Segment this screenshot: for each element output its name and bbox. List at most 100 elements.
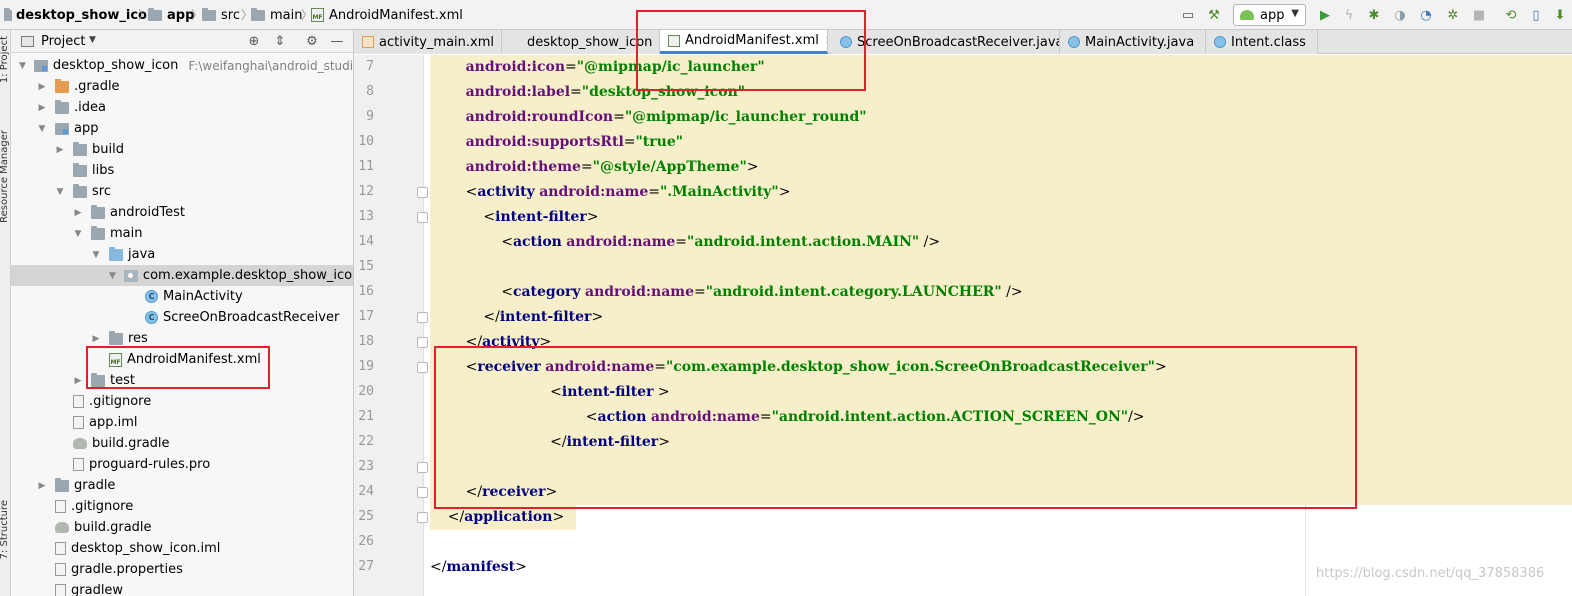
code-token: "@style/AppTheme"	[592, 159, 747, 175]
highlight-band	[430, 205, 1572, 230]
chevron-down-icon[interactable]: ▼	[55, 187, 65, 197]
locate-target-icon[interactable]: ⊕	[246, 33, 262, 49]
tree-item[interactable]: ▶CScreeOnBroadcastReceiver	[11, 307, 353, 328]
tree-item[interactable]: ▶desktop_show_icon.iml	[11, 538, 353, 559]
chevron-down-icon[interactable]: ▼	[109, 271, 116, 281]
profile-icon[interactable]: ◔	[1418, 7, 1434, 23]
breadcrumb-main[interactable]: main	[251, 0, 302, 30]
code-token: <	[430, 359, 478, 375]
code-token: android:roundIcon	[465, 109, 614, 125]
editor-tab[interactable]: desktop_show_icon✕	[502, 30, 660, 54]
code-editor[interactable]: 7 8 9 10 11 12 13 14 15 16 17 18 19 20 21 22 23 24 25 26 27 …	[354, 55, 1572, 596]
tree-item[interactable]: ▶gradle.properties	[11, 559, 353, 580]
editor-tab[interactable]: ScreeOnBroadcastReceiver.java	[832, 30, 1060, 54]
code-line: android:icon="@mipmap/ic_launcher"	[430, 55, 765, 80]
tree-item[interactable]: ▼ com.example.desktop_show_icon	[11, 265, 353, 286]
code-token: android:supportsRtl	[465, 134, 624, 150]
code-line: <receiver android:name="com.example.desk…	[430, 355, 1167, 380]
tree-item[interactable]: ▶.gitignore	[11, 496, 353, 517]
fold-marker-icon[interactable]	[417, 462, 428, 473]
fold-marker-icon[interactable]	[417, 512, 428, 523]
chevron-down-icon[interactable]: ▼	[91, 250, 101, 260]
attach-debugger-icon[interactable]: ◑	[1392, 7, 1408, 23]
tree-item[interactable]: ▶gradlew	[11, 580, 353, 596]
tree-item[interactable]: ▶ androidTest	[11, 202, 353, 223]
tree-item[interactable]: ▶MFAndroidManifest.xml	[11, 349, 353, 370]
line-number: 11	[358, 159, 374, 174]
tree-item[interactable]: ▶ res	[11, 328, 353, 349]
tree-item[interactable]: ▼ app	[11, 118, 353, 139]
project-structure-icon[interactable]: ▭	[1180, 7, 1196, 23]
breadcrumb-project[interactable]: desktop_show_icon	[4, 0, 156, 30]
collapse-all-icon[interactable]: ⇕	[272, 33, 288, 49]
close-icon[interactable]: ✕	[825, 34, 827, 47]
tree-item[interactable]: ▼ main	[11, 223, 353, 244]
chevron-right-icon[interactable]: ▶	[91, 334, 101, 344]
project-tool-tab[interactable]: 1: Project	[0, 36, 10, 83]
breadcrumb-file[interactable]: MF AndroidManifest.xml	[311, 0, 463, 30]
chevron-right-icon[interactable]: ▶	[37, 82, 47, 92]
project-panel-title[interactable]: Project	[41, 34, 85, 49]
apply-changes-icon[interactable]: ϟ	[1341, 7, 1357, 23]
class-icon	[1068, 36, 1080, 48]
chevron-right-icon[interactable]: ▶	[37, 103, 47, 113]
tree-item[interactable]: ▶app.iml	[11, 412, 353, 433]
fold-marker-icon[interactable]	[417, 212, 428, 223]
tree-item-label: desktop_show_icon.iml	[71, 541, 221, 556]
code-token: category	[512, 284, 581, 300]
breadcrumb-main-label: main	[270, 7, 303, 23]
tree-item[interactable]: ▶ .idea	[11, 97, 353, 118]
chevron-down-icon[interactable]: ▼	[73, 229, 83, 239]
debug-icon[interactable]: ✱	[1366, 7, 1382, 23]
hammer-build-icon[interactable]: ⚒	[1206, 7, 1222, 23]
tree-item[interactable]: ▶libs	[11, 160, 353, 181]
tree-item[interactable]: ▶ test	[11, 370, 353, 391]
breadcrumb-module[interactable]: app	[148, 0, 194, 30]
fold-marker-icon[interactable]	[417, 362, 428, 373]
tree-item[interactable]: ▶ build	[11, 139, 353, 160]
tree-item[interactable]: ▶build.gradle	[11, 433, 353, 454]
folder-icon	[251, 7, 265, 21]
fold-marker-icon[interactable]	[417, 487, 428, 498]
code-token: </	[430, 334, 483, 350]
sdk-manager-icon[interactable]: ⬇	[1552, 7, 1568, 23]
tree-item[interactable]: ▼ java	[11, 244, 353, 265]
code-token: android:name	[650, 409, 760, 425]
tree-item[interactable]: ▶ gradle	[11, 475, 353, 496]
fold-marker-icon[interactable]	[417, 187, 428, 198]
stop-icon[interactable]: ■	[1471, 7, 1487, 23]
run-icon[interactable]: ▶	[1317, 7, 1333, 23]
tree-item[interactable]: ▶.gitignore	[11, 391, 353, 412]
hide-panel-icon[interactable]: —	[329, 33, 345, 49]
code-area[interactable]: android:icon="@mipmap/ic_launcher" andro…	[430, 55, 1572, 596]
avd-manager-icon[interactable]: ▯	[1528, 7, 1544, 23]
editor-tab[interactable]: AndroidManifest.xml ✕	[660, 30, 828, 54]
tree-item[interactable]: ▶proguard-rules.pro	[11, 454, 353, 475]
chevron-right-icon[interactable]: ▶	[73, 208, 83, 218]
fold-marker-icon[interactable]	[417, 337, 428, 348]
gear-icon[interactable]: ⚙	[304, 33, 320, 49]
tree-item[interactable]: ▶ .gradle	[11, 76, 353, 97]
resource-manager-tool-tab[interactable]: Resource Manager	[0, 130, 10, 223]
editor-tab[interactable]: Intent.class	[1206, 30, 1318, 54]
chevron-right-icon[interactable]: ▶	[37, 481, 47, 491]
chevron-down-icon[interactable]: ▼	[89, 35, 96, 45]
highlight-band	[430, 330, 1572, 355]
gradle-sync-icon[interactable]: ⟲	[1503, 7, 1519, 23]
chevron-down-icon[interactable]: ▼	[19, 61, 26, 71]
code-token: <	[430, 384, 562, 400]
tree-item[interactable]: ▶CMainActivity	[11, 286, 353, 307]
editor-tab[interactable]: activity_main.xml✕	[354, 30, 502, 54]
chevron-down-icon[interactable]: ▼	[37, 124, 47, 134]
fold-marker-icon[interactable]	[417, 312, 428, 323]
tree-item[interactable]: ▼ desktop_show_icon F:\weifanghai\android_…	[11, 55, 353, 76]
debug-attach-icon[interactable]: ✲	[1445, 7, 1461, 23]
tree-item[interactable]: ▼ src	[11, 181, 353, 202]
structure-tool-tab[interactable]: 7: Structure	[0, 500, 10, 559]
chevron-right-icon[interactable]: ▶	[73, 376, 83, 386]
breadcrumb-src[interactable]: src	[202, 0, 240, 30]
editor-tab[interactable]: MainActivity.java	[1060, 30, 1206, 54]
chevron-right-icon[interactable]: ▶	[55, 145, 65, 155]
tree-item[interactable]: ▶build.gradle	[11, 517, 353, 538]
run-configuration-select[interactable]: app ▼	[1233, 4, 1306, 26]
